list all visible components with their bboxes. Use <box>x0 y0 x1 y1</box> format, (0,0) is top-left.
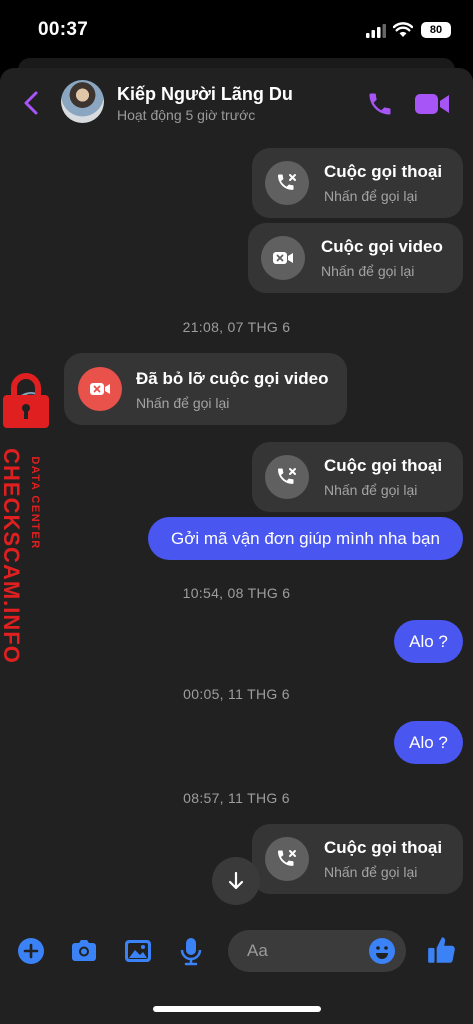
call-title: Cuộc gọi thoại <box>324 456 443 475</box>
call-subtitle: Nhấn để gọi lại <box>324 188 418 204</box>
battery-indicator: 80 <box>421 22 451 38</box>
status-bar: 00:37 80 <box>0 0 473 60</box>
watermark-text: CHECKSCAM.INFO <box>0 448 24 664</box>
wifi-icon <box>393 22 413 37</box>
signal-icon <box>366 24 386 38</box>
timestamp: 08:57, 11 THG 6 <box>183 790 290 806</box>
lock-icon <box>3 373 49 428</box>
call-subtitle: Nhấn để gọi lại <box>324 482 418 498</box>
chat-sheet: Kiếp Người Lãng Du Hoạt động 5 giờ trước… <box>0 68 473 1024</box>
timestamp: 10:54, 08 THG 6 <box>182 585 291 601</box>
message-input-placeholder: Aa <box>247 941 268 960</box>
call-title: Đã bỏ lỡ cuộc gọi video <box>136 369 329 388</box>
call-title: Cuộc gọi thoại <box>324 162 443 181</box>
call-title: Cuộc gọi video <box>321 237 443 256</box>
microphone-icon[interactable] <box>176 936 206 966</box>
missed-video-call-bubble[interactable]: Đã bỏ lỡ cuộc gọi video Nhấn để gọi lại <box>64 353 347 425</box>
call-bubble-video[interactable]: Cuộc gọi video Nhấn để gọi lại <box>248 223 463 293</box>
sent-message[interactable]: Gởi mã vận đơn giúp mình nha bạn <box>148 517 463 560</box>
camera-icon[interactable] <box>69 936 99 966</box>
call-subtitle: Nhấn để gọi lại <box>324 864 418 880</box>
missed-video-call-icon <box>261 236 305 280</box>
call-bubble-voice[interactable]: Cuộc gọi thoại Nhấn để gọi lại <box>252 148 463 218</box>
thumbs-up-icon[interactable] <box>426 934 458 966</box>
sent-message[interactable]: Alo ? <box>394 620 463 663</box>
call-subtitle: Nhấn để gọi lại <box>136 395 230 411</box>
sent-message[interactable]: Alo ? <box>394 721 463 764</box>
emoji-icon[interactable] <box>368 937 396 965</box>
missed-voice-call-icon <box>265 837 309 881</box>
voice-call-icon[interactable] <box>366 90 394 118</box>
scroll-to-bottom-button[interactable] <box>212 857 260 905</box>
missed-video-call-icon <box>78 367 122 411</box>
call-bubble-voice[interactable]: Cuộc gọi thoại Nhấn để gọi lại <box>252 442 463 512</box>
plus-icon[interactable] <box>16 936 46 966</box>
status-time: 00:37 <box>38 19 89 40</box>
image-gallery-icon[interactable] <box>123 936 153 966</box>
watermark-subtext: DATA CENTER <box>29 456 41 550</box>
call-subtitle: Nhấn để gọi lại <box>321 263 415 279</box>
back-chevron-icon[interactable] <box>20 90 42 116</box>
timestamp: 21:08, 07 THG 6 <box>182 319 291 335</box>
missed-voice-call-icon <box>265 161 309 205</box>
arrow-down-icon <box>228 871 244 890</box>
call-bubble-voice[interactable]: Cuộc gọi thoại Nhấn để gọi lại <box>252 824 463 894</box>
contact-name[interactable]: Kiếp Người Lãng Du <box>117 84 293 105</box>
video-call-icon[interactable] <box>415 92 449 116</box>
call-title: Cuộc gọi thoại <box>324 838 443 857</box>
contact-active-status: Hoạt động 5 giờ trước <box>117 107 256 123</box>
home-indicator <box>153 1006 321 1012</box>
watermark: CHECKSCAM.INFO DATA CENTER <box>0 373 60 673</box>
contact-avatar[interactable] <box>61 80 104 123</box>
missed-voice-call-icon <box>265 455 309 499</box>
chat-header: Kiếp Người Lãng Du Hoạt động 5 giờ trước <box>0 68 473 138</box>
message-input[interactable]: Aa <box>228 930 406 972</box>
timestamp: 00:05, 11 THG 6 <box>183 686 290 702</box>
